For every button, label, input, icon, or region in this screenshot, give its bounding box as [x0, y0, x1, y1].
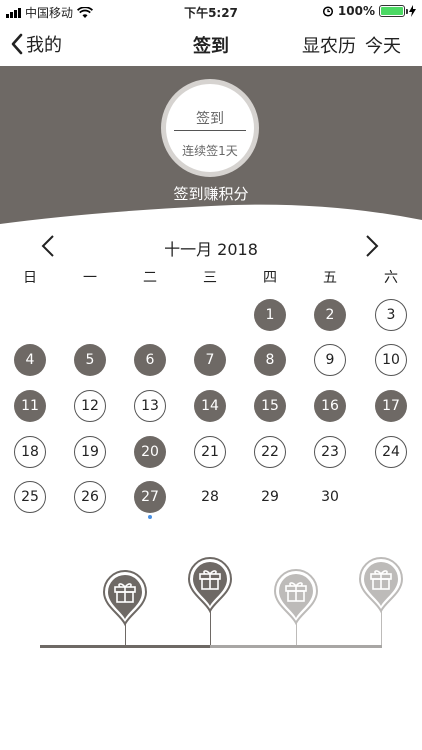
calendar-day[interactable]: 18	[14, 436, 46, 468]
weekday-label: 六	[384, 270, 398, 286]
alarm-icon	[322, 6, 333, 17]
calendar-day[interactable]: 21	[194, 436, 226, 468]
weekday-label: 四	[263, 270, 277, 286]
calendar-day[interactable]: 29	[254, 481, 286, 513]
calendar-day[interactable]: 13	[134, 390, 166, 422]
calendar-day[interactable]: 15	[254, 390, 286, 422]
calendar-day[interactable]: 27	[134, 481, 166, 513]
streak-label: 连续签1天	[182, 144, 238, 158]
calendar-day[interactable]: 16	[314, 390, 346, 422]
show-lunar-button[interactable]: 显农历	[302, 32, 356, 58]
calendar-day[interactable]: 19	[74, 436, 106, 468]
weekday-label: 五	[323, 270, 337, 286]
status-bar: 中国移动 下午5:27 100%	[0, 0, 422, 22]
calendar-day[interactable]: 1	[254, 299, 286, 331]
earn-points-label: 签到赚积分	[173, 185, 249, 203]
battery-icon	[379, 5, 408, 17]
calendar-day[interactable]: 10	[375, 344, 407, 376]
calendar-day[interactable]: 22	[254, 436, 286, 468]
calendar-day[interactable]: 3	[375, 299, 407, 331]
month-label: 十一月 2018	[164, 240, 258, 259]
calendar-day[interactable]: 9	[314, 344, 346, 376]
page-title: 签到	[193, 36, 229, 57]
calendar-day[interactable]: 24	[375, 436, 407, 468]
weekday-label: 二	[143, 270, 157, 286]
battery-percent: 100%	[337, 4, 375, 18]
calendar-day[interactable]: 2	[314, 299, 346, 331]
calendar-day[interactable]: 17	[375, 390, 407, 422]
calendar-day[interactable]: 25	[14, 481, 46, 513]
sign-divider	[174, 130, 246, 131]
reward-progress-filled	[40, 645, 210, 648]
calendar-day[interactable]: 26	[74, 481, 106, 513]
calendar-day[interactable]: 12	[74, 390, 106, 422]
today-indicator-dot	[148, 515, 152, 519]
status-right: 100%	[322, 4, 416, 18]
sign-in-button[interactable]: 签到 连续签1天	[161, 79, 259, 177]
month-header: 十一月 2018	[0, 232, 422, 260]
sign-in-label: 签到	[196, 111, 224, 127]
calendar-day[interactable]: 5	[74, 344, 106, 376]
reward-gift-icon[interactable]	[102, 570, 148, 630]
weekday-label: 三	[203, 270, 217, 286]
charging-icon	[409, 5, 416, 17]
today-button[interactable]: 今天	[365, 32, 401, 58]
reward-gift-icon[interactable]	[273, 569, 319, 629]
calendar-day[interactable]: 8	[254, 344, 286, 376]
calendar-day[interactable]: 14	[194, 390, 226, 422]
reward-gift-icon[interactable]	[187, 557, 233, 617]
calendar-day[interactable]: 4	[14, 344, 46, 376]
calendar-day[interactable]: 6	[134, 344, 166, 376]
calendar-day[interactable]: 11	[14, 390, 46, 422]
weekday-label: 日	[23, 270, 37, 286]
calendar-day[interactable]: 28	[194, 481, 226, 513]
next-month-button[interactable]	[362, 232, 382, 260]
calendar-day[interactable]: 23	[314, 436, 346, 468]
weekday-label: 一	[83, 270, 97, 286]
calendar-day[interactable]: 7	[194, 344, 226, 376]
calendar-day[interactable]: 20	[134, 436, 166, 468]
nav-bar: 我的 签到 显农历 今天	[0, 22, 422, 66]
calendar-day[interactable]: 30	[314, 481, 346, 513]
reward-gift-icon[interactable]	[358, 557, 404, 617]
weekday-header: 日一二三四五六	[0, 267, 422, 287]
reward-progress-remaining	[210, 645, 382, 648]
